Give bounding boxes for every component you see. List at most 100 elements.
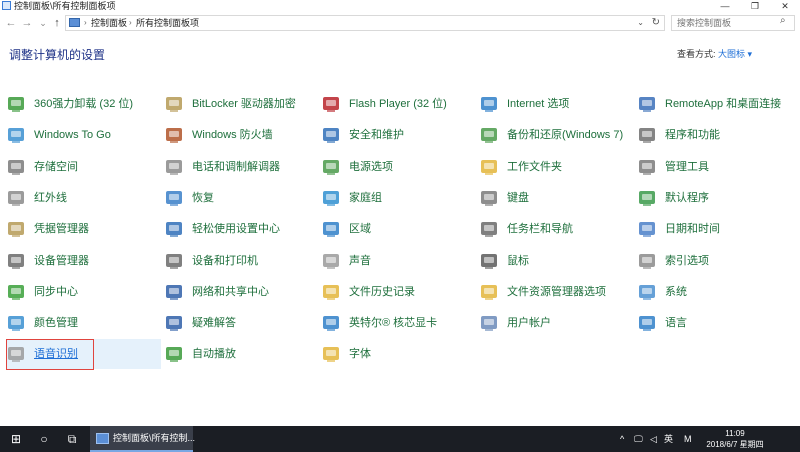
control-panel-item-label[interactable]: 轻松使用设置中心 [192, 221, 280, 237]
control-panel-item[interactable]: Internet 选项 [479, 89, 634, 119]
control-panel-item[interactable]: 疑难解答 [164, 308, 319, 338]
network-tray-icon[interactable]: 🖵 [634, 426, 643, 452]
control-panel-item-label[interactable]: 任务栏和导航 [507, 221, 573, 237]
control-panel-item-label[interactable]: Flash Player (32 位) [349, 96, 447, 112]
control-panel-item[interactable]: 英特尔® 核芯显卡 [321, 308, 476, 338]
up-arrow-icon[interactable]: ↑ [50, 16, 64, 30]
control-panel-item-label[interactable]: 默认程序 [665, 190, 709, 206]
control-panel-item[interactable]: 日期和时间 [637, 214, 792, 244]
control-panel-item[interactable]: 鼠标 [479, 246, 634, 276]
task-view-icon[interactable]: ⧉ [58, 426, 86, 452]
search-icon[interactable]: ⌕ [780, 15, 786, 26]
search-circle-icon[interactable]: ○ [30, 426, 58, 452]
search-input[interactable] [671, 15, 795, 31]
control-panel-item-label[interactable]: 设备管理器 [34, 253, 89, 269]
control-panel-item[interactable]: Windows To Go [6, 120, 161, 150]
control-panel-item[interactable]: 设备管理器 [6, 246, 161, 276]
control-panel-item[interactable]: 自动播放 [164, 339, 319, 369]
control-panel-item[interactable]: 键盘 [479, 183, 634, 213]
control-panel-item-label[interactable]: 疑难解答 [192, 315, 236, 331]
control-panel-item[interactable]: Windows 防火墙 [164, 120, 319, 150]
control-panel-item-label[interactable]: RemoteApp 和桌面连接 [665, 96, 781, 112]
control-panel-item[interactable]: 区域 [321, 214, 476, 244]
control-panel-item[interactable]: 红外线 [6, 183, 161, 213]
control-panel-item-label[interactable]: 电话和调制解调器 [192, 159, 280, 175]
clock[interactable]: 11:09 2018/6/7 星期四 [700, 428, 770, 450]
control-panel-item[interactable]: 网络和共享中心 [164, 277, 319, 307]
control-panel-item[interactable]: BitLocker 驱动器加密 [164, 89, 319, 119]
breadcrumb-separator-icon[interactable]: › [129, 16, 132, 30]
control-panel-item[interactable]: 工作文件夹 [479, 152, 634, 182]
control-panel-item[interactable]: 系统 [637, 277, 792, 307]
control-panel-item-label[interactable]: 程序和功能 [665, 127, 720, 143]
control-panel-item[interactable]: Flash Player (32 位) [321, 89, 476, 119]
windows-start-icon[interactable]: ⊞ [2, 426, 30, 452]
control-panel-item[interactable]: RemoteApp 和桌面连接 [637, 89, 792, 119]
control-panel-item[interactable]: 程序和功能 [637, 120, 792, 150]
breadcrumb-all-items[interactable]: 所有控制面板项 [136, 16, 199, 30]
control-panel-item-label[interactable]: 颜色管理 [34, 315, 78, 331]
control-panel-item[interactable]: 凭据管理器 [6, 214, 161, 244]
taskbar-control-panel-button[interactable]: 控制面板\所有控制... [90, 426, 195, 452]
control-panel-item[interactable]: 安全和维护 [321, 120, 476, 150]
control-panel-item-label[interactable]: 区域 [349, 221, 371, 237]
control-panel-item-label[interactable]: 英特尔® 核芯显卡 [349, 315, 437, 331]
address-bar[interactable]: › 控制面板 › 所有控制面板项 ⌄ ↻ [65, 15, 665, 31]
control-panel-item-label[interactable]: 360强力卸载 (32 位) [34, 96, 133, 112]
control-panel-item[interactable]: 360强力卸载 (32 位) [6, 89, 161, 119]
control-panel-item-label[interactable]: 字体 [349, 346, 371, 362]
control-panel-item[interactable]: 设备和打印机 [164, 246, 319, 276]
minimize-button[interactable]: — [710, 0, 740, 12]
control-panel-item-label[interactable]: 设备和打印机 [192, 253, 258, 269]
control-panel-item[interactable]: 文件资源管理器选项 [479, 277, 634, 307]
control-panel-item-label[interactable]: Windows 防火墙 [192, 127, 273, 143]
control-panel-item[interactable]: 用户帐户 [479, 308, 634, 338]
control-panel-item-label[interactable]: 声音 [349, 253, 371, 269]
control-panel-item[interactable]: 轻松使用设置中心 [164, 214, 319, 244]
control-panel-item-label[interactable]: 网络和共享中心 [192, 284, 269, 300]
control-panel-item[interactable]: 字体 [321, 339, 476, 369]
view-by-dropdown[interactable]: 大图标 ▾ [718, 49, 752, 59]
breadcrumb-separator-icon[interactable]: › [84, 16, 87, 30]
control-panel-item[interactable]: 恢复 [164, 183, 319, 213]
control-panel-item-label[interactable]: 管理工具 [665, 159, 709, 175]
control-panel-item-label[interactable]: BitLocker 驱动器加密 [192, 96, 296, 112]
control-panel-item-label[interactable]: Internet 选项 [507, 96, 569, 112]
back-arrow-icon[interactable]: ← [4, 16, 18, 30]
control-panel-item[interactable]: 默认程序 [637, 183, 792, 213]
close-button[interactable]: ✕ [770, 0, 800, 12]
control-panel-item-label[interactable]: 家庭组 [349, 190, 382, 206]
control-panel-item-label[interactable]: 文件资源管理器选项 [507, 284, 606, 300]
control-panel-item-label[interactable]: 用户帐户 [507, 315, 551, 331]
forward-arrow-icon[interactable]: → [20, 16, 34, 30]
address-dropdown-icon[interactable]: ⌄ [637, 16, 644, 30]
input-method-icon[interactable]: M [684, 426, 692, 452]
control-panel-item[interactable]: 语言 [637, 308, 792, 338]
control-panel-item[interactable]: 同步中心 [6, 277, 161, 307]
control-panel-item-label[interactable]: 鼠标 [507, 253, 529, 269]
tray-overflow-icon[interactable]: ^ [620, 426, 624, 452]
control-panel-item-label[interactable]: 语言 [665, 315, 687, 331]
control-panel-item-label[interactable]: 日期和时间 [665, 221, 720, 237]
control-panel-item[interactable]: 管理工具 [637, 152, 792, 182]
refresh-icon[interactable]: ↻ [652, 16, 660, 30]
control-panel-item-label[interactable]: 存储空间 [34, 159, 78, 175]
control-panel-item[interactable]: 文件历史记录 [321, 277, 476, 307]
control-panel-item-label[interactable]: 键盘 [507, 190, 529, 206]
control-panel-item[interactable]: 索引选项 [637, 246, 792, 276]
control-panel-item-label[interactable]: 恢复 [192, 190, 214, 206]
control-panel-item-label[interactable]: 安全和维护 [349, 127, 404, 143]
control-panel-item-label[interactable]: 自动播放 [192, 346, 236, 362]
control-panel-item-label[interactable]: 同步中心 [34, 284, 78, 300]
maximize-button[interactable]: ❐ [740, 0, 770, 12]
volume-tray-icon[interactable]: ◁ [650, 426, 657, 452]
control-panel-item-label[interactable]: 备份和还原(Windows 7) [507, 127, 623, 143]
control-panel-item-label[interactable]: 凭据管理器 [34, 221, 89, 237]
control-panel-item[interactable]: 备份和还原(Windows 7) [479, 120, 634, 150]
control-panel-item[interactable]: 电源选项 [321, 152, 476, 182]
control-panel-item[interactable]: 家庭组 [321, 183, 476, 213]
control-panel-item-label[interactable]: Windows To Go [34, 127, 111, 143]
control-panel-item-label[interactable]: 电源选项 [349, 159, 393, 175]
control-panel-item[interactable]: 存储空间 [6, 152, 161, 182]
control-panel-item-label[interactable]: 系统 [665, 284, 687, 300]
